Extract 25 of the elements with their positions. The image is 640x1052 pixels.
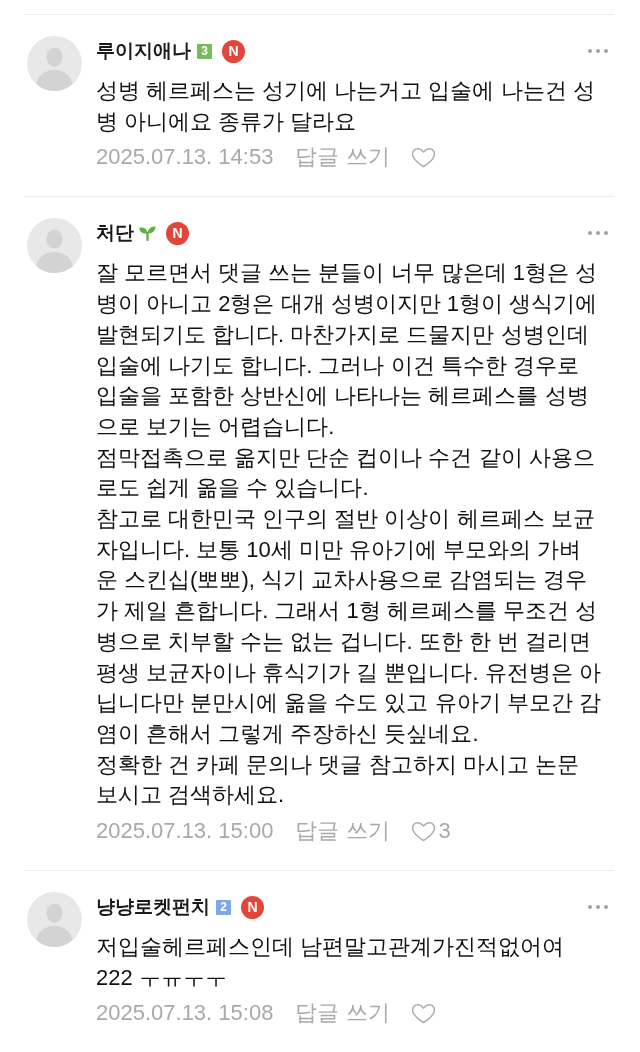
level-badge: 2 — [216, 899, 231, 915]
avatar-icon — [27, 36, 82, 91]
heart-icon[interactable] — [411, 1002, 435, 1024]
comment-date: 2025.07.13. 14:53 — [96, 143, 274, 172]
author-name[interactable]: 루이지애나 — [96, 38, 191, 64]
comment-text: 저입술헤르페스인데 남편말고관계가진적없어여 222 ㅜㅠㅜㅜ — [96, 933, 566, 992]
more-icon[interactable] — [588, 231, 608, 236]
n-badge: N — [166, 221, 189, 245]
avatar-icon — [27, 892, 82, 948]
comment-date: 2025.07.13. 15:08 — [96, 999, 274, 1028]
heart-icon[interactable] — [411, 146, 435, 168]
author-name[interactable]: 처단 — [96, 220, 134, 247]
more-icon[interactable] — [588, 49, 608, 53]
n-badge: N — [241, 895, 264, 919]
comment-text: 성병 헤르페스는 성기에 나는거고 입술에 나는건 성병 아니에요 종류가 달라요 — [96, 77, 596, 136]
more-icon[interactable] — [588, 905, 608, 910]
comment-date: 2025.07.13. 15:00 — [96, 817, 274, 846]
author-name[interactable]: 냥냥로켓펀치 — [96, 894, 210, 921]
level-badge: 3 — [197, 43, 212, 59]
comment-text: 잘 모르면서 댓글 쓰는 분들이 너무 많은데 1형은 성병이 아니고 2형은 대개 성병이지만 1형이 생식기에 발현되기도 합니다. 마찬가지로 드물지만 성병인데 입술에 나기도 합니다. 그러나 이건 특수한 경우로 입술을 포함한 상반신에 나타나는 헤르페스를 성병으로 보기는 어렵습니다. 점막접촉으로 옮지만 단순 컵이나 수건 같이 사용으로도 쉽게 옮을 수 있습니다. 참고로 대한민국 인구의 절반 이상이 헤르페스 보균자입니다. 보통 10세 미만 유아기에 부모와의 가벼운 스킨십(뽀뽀), 식기 교차사용으로 감염되는 경우가 제일 흔합니다. 그래서 1형 헤르페스를 무조건 성병으로 치부할 수는 없는 겁니다. 또한 한 번 걸리면 평생 보균자이나 휴식기가 길 뿐입니다. 유전병은 아닙니다만 분만시에 옮을 수도 있고 유아기 부모간 감염이 흔해서 그렇게 주장하신 듯싶네요. 정확한 건 카페 문의나 댓글 참고하지 마시고 논문 보시고 검색하세요. — [96, 259, 602, 810]
avatar-icon — [27, 218, 82, 274]
sprout-icon — [139, 225, 156, 241]
n-badge: N — [222, 39, 245, 63]
like-count: 3 — [438, 817, 451, 846]
heart-icon[interactable] — [411, 820, 435, 842]
